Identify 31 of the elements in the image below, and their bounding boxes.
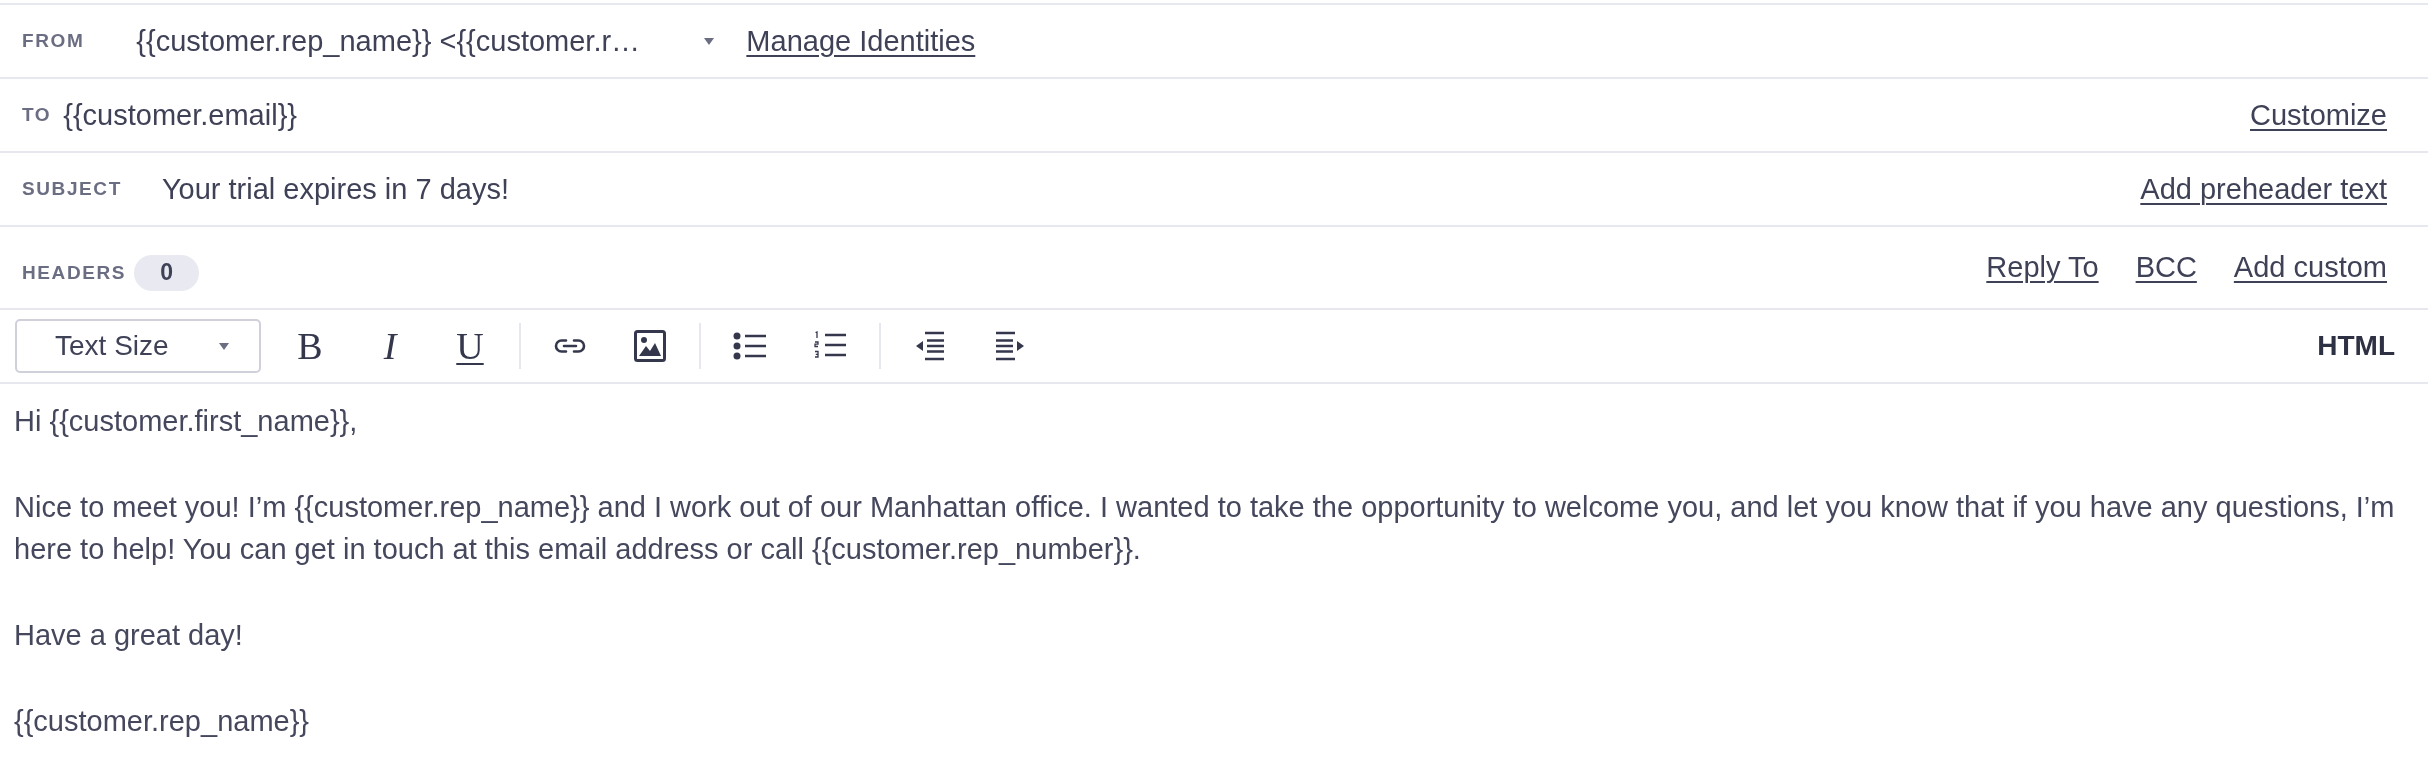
underline-button[interactable]: U	[448, 324, 492, 368]
to-label: TO	[22, 104, 52, 126]
header-option-link[interactable]: BCC	[2135, 251, 2197, 284]
indent-icon[interactable]	[995, 331, 1025, 361]
add-preheader-link[interactable]: Add preheader text	[2140, 172, 2387, 206]
subject-label: SUBJECT	[22, 178, 122, 200]
subject-field[interactable]: Your trial expires in 7 days!	[161, 172, 509, 206]
italic-button[interactable]: I	[368, 324, 412, 368]
from-label: FROM	[22, 30, 85, 52]
manage-identities-link[interactable]: Manage Identities	[746, 24, 976, 58]
text-size-dropdown[interactable]: Text Size	[15, 319, 261, 373]
caret-icon	[704, 37, 715, 45]
headers-label: HEADERS	[22, 261, 127, 284]
header-option-link[interactable]: Reply To	[1986, 251, 2099, 284]
html-mode-button[interactable]: HTML	[2317, 330, 2395, 362]
body-paragraph: {{customer.rep_name}}	[14, 704, 311, 739]
to-field[interactable]: {{customer.email}}	[63, 98, 297, 132]
body-paragraph: Hi {{customer.first_name}},	[14, 404, 359, 439]
customize-link[interactable]: Customize	[2250, 98, 2387, 132]
bulleted-list-icon[interactable]	[733, 332, 767, 360]
header-option-link[interactable]: Add custom	[2233, 251, 2387, 284]
bold-button[interactable]: B	[288, 324, 332, 368]
outdent-icon[interactable]	[915, 331, 945, 361]
headers-count-badge: 0	[134, 254, 200, 291]
link-icon[interactable]	[554, 338, 586, 354]
numbered-list-icon[interactable]	[813, 331, 847, 361]
image-icon[interactable]	[634, 330, 666, 362]
body-paragraph: Have a great day!	[14, 618, 244, 653]
body-paragraph: Nice to meet you! I’m {{customer.rep_name}} and I work out of our Manhattan office. I wanted to take the opportunity to welcome you, and let you know that if you have any questions, I’m here to help! You can get in touch at this email address or call {{customer.rep_number}}.	[14, 490, 2396, 567]
from-dropdown[interactable]: {{customer.rep_name}} <{{customer.r…	[136, 24, 715, 58]
caret-icon	[219, 342, 229, 350]
